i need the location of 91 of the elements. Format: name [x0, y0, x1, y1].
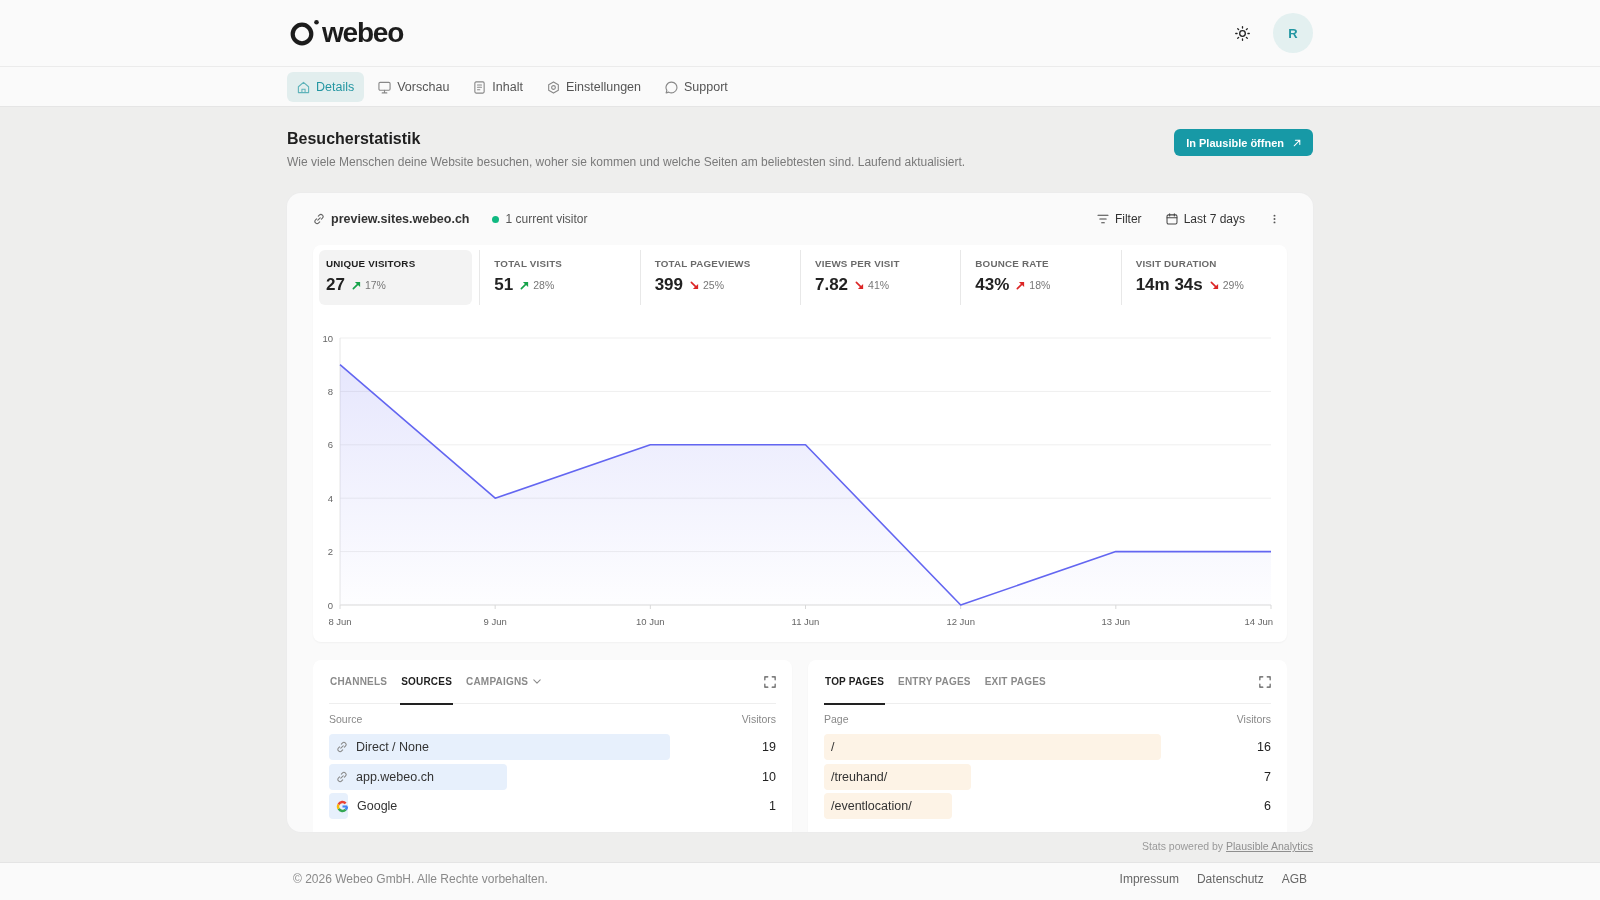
y-axis-label: 2	[327, 546, 333, 558]
link-icon	[313, 213, 325, 225]
visitor-count: 7	[1263, 769, 1271, 784]
monitor-icon	[378, 80, 392, 94]
footer-link[interactable]: AGB	[1281, 872, 1307, 886]
arrow-up-right-icon	[1293, 138, 1301, 147]
stat-value: 7.82	[815, 275, 849, 295]
stat-value: 27	[326, 275, 345, 295]
panel-tab[interactable]: TOP PAGES	[824, 660, 886, 705]
attribution-text: Stats powered by Plausible Analytics	[1141, 840, 1313, 853]
source-link[interactable]: app.webeo.ch	[329, 763, 716, 790]
stat-label: VIEWS PER VISIT	[815, 258, 901, 270]
stat-value: 51	[494, 275, 514, 295]
source-link[interactable]: Google	[329, 793, 716, 819]
column-header: Source	[329, 713, 363, 725]
stat-label: TOTAL PAGEVIEWS	[654, 258, 752, 270]
visitor-count: 16	[1256, 740, 1271, 754]
copyright-text: © 2026 Webeo GmbH. Alle Rechte vorbehalten.	[293, 872, 548, 886]
x-axis-label: 12 Jun	[946, 616, 975, 627]
filter-button[interactable]: Filter	[1096, 212, 1142, 226]
nav-tab[interactable]: Vorschau	[368, 72, 460, 102]
source-link[interactable]: Direct / None	[329, 734, 716, 760]
stat-tile[interactable]: VISIT DURATION 14m 34s 29%	[1128, 250, 1274, 305]
stat-value: 43%	[975, 275, 1010, 295]
chat-bubble-icon	[665, 80, 678, 94]
change-percent: 29%	[1222, 279, 1244, 291]
visitor-count: 6	[1263, 799, 1271, 813]
x-axis-label: 13 Jun	[1101, 616, 1131, 627]
visitor-count: 19	[761, 740, 776, 754]
page-link[interactable]: /eventlocation/	[824, 793, 1211, 819]
y-axis-label: 0	[327, 599, 333, 611]
x-axis-label: 9 Jun	[483, 616, 507, 627]
nav-tab[interactable]: Inhalt	[463, 72, 533, 102]
column-header: Visitors	[1236, 713, 1271, 725]
column-header: Page	[824, 713, 849, 725]
calendar-icon	[1165, 213, 1178, 225]
stat-value: 399	[654, 275, 684, 295]
panel-tab[interactable]: CAMPAIGNS	[465, 660, 543, 705]
panel-tab[interactable]: SOURCES	[400, 660, 454, 705]
change-percent: 17%	[364, 279, 386, 291]
footer-link[interactable]: Datenschutz	[1196, 872, 1264, 886]
filter-icon	[1096, 214, 1109, 224]
home-icon	[297, 80, 310, 94]
x-axis-label: 14 Jun	[1244, 616, 1273, 627]
stat-label: VISIT DURATION	[1135, 258, 1218, 270]
page-link[interactable]: /treuhand/	[824, 763, 1211, 790]
more-icon[interactable]	[1273, 214, 1276, 224]
change-percent: 28%	[533, 279, 555, 291]
g-logo-icon	[336, 799, 349, 813]
stat-label: BOUNCE RATE	[975, 258, 1050, 270]
status-dot-icon	[492, 215, 500, 223]
change-percent: 18%	[1029, 279, 1051, 291]
document-icon	[473, 80, 487, 94]
nav-tab[interactable]: Einstellungen	[536, 72, 651, 102]
column-header: Visitors	[741, 713, 776, 725]
y-axis-label: 4	[327, 492, 333, 504]
y-axis-label: 10	[322, 332, 333, 344]
visitor-count: 1	[768, 799, 776, 813]
stat-label: TOTAL VISITS	[494, 258, 564, 270]
link-icon	[336, 770, 348, 783]
stat-tile[interactable]: VIEWS PER VISIT 7.82 41%	[808, 250, 954, 305]
x-axis-label: 10 Jun	[636, 616, 665, 627]
page-link[interactable]: /	[824, 734, 1211, 760]
footer-link[interactable]: Impressum	[1119, 872, 1179, 886]
stat-tile[interactable]: UNIQUE VISITORS 27 17%	[319, 250, 473, 305]
expand-icon[interactable]	[764, 675, 776, 688]
gear-icon	[546, 80, 560, 94]
y-axis-label: 6	[327, 439, 333, 451]
stat-tile[interactable]: TOTAL PAGEVIEWS 399 25%	[647, 250, 793, 305]
current-visitors-text: 1 current visitor	[505, 212, 588, 226]
link-icon	[336, 741, 348, 753]
page-title: Besucherstatistik	[287, 129, 422, 149]
chevron-down-icon	[533, 678, 542, 684]
change-percent: 25%	[703, 279, 725, 291]
stat-tile[interactable]: TOTAL VISITS 51 28%	[487, 250, 633, 305]
change-percent: 41%	[868, 279, 890, 291]
site-domain[interactable]: preview.sites.webeo.ch	[331, 212, 470, 226]
logo-ring-icon	[290, 18, 320, 46]
stat-label: UNIQUE VISITORS	[326, 258, 417, 270]
y-axis-label: 8	[327, 385, 333, 397]
expand-icon[interactable]	[1259, 675, 1271, 688]
stat-tile[interactable]: BOUNCE RATE 43% 18%	[968, 250, 1114, 305]
logo-wordmark: webeo	[322, 19, 404, 47]
x-axis-label: 11 Jun	[791, 616, 820, 627]
sun-icon[interactable]	[1235, 25, 1250, 41]
nav-tab[interactable]: Support	[655, 72, 738, 102]
date-range-button[interactable]: Last 7 days	[1165, 212, 1245, 226]
x-axis-label: 8 Jun	[328, 616, 352, 627]
page-description: Wie viele Menschen deine Website besuchen, woher sie kommen und welche Seiten am beliebtesten sind. Laufend aktualisiert.	[287, 154, 966, 170]
visitor-count: 10	[761, 769, 776, 784]
stat-value: 14m 34s	[1135, 275, 1203, 295]
